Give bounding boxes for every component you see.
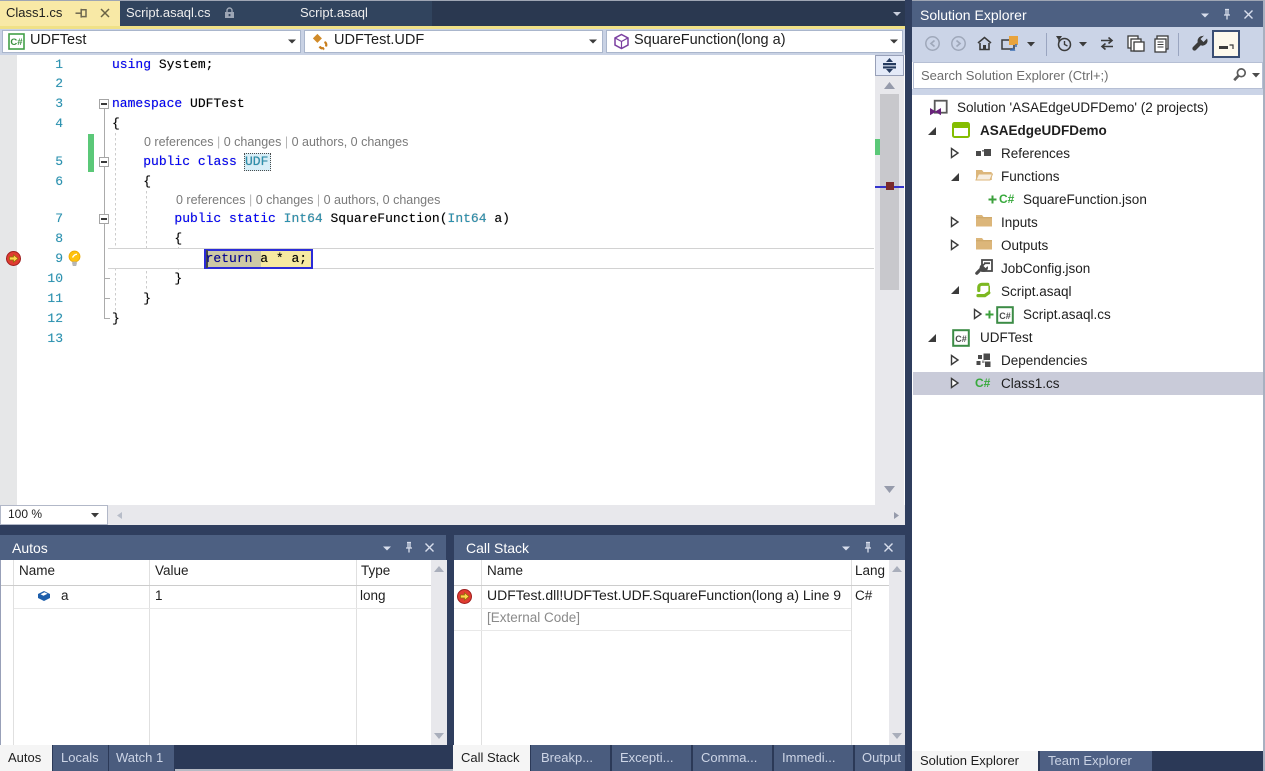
svg-text:C#: C# (10, 37, 23, 48)
svg-text:C#: C# (955, 334, 967, 344)
svg-text:C#: C# (999, 311, 1011, 321)
